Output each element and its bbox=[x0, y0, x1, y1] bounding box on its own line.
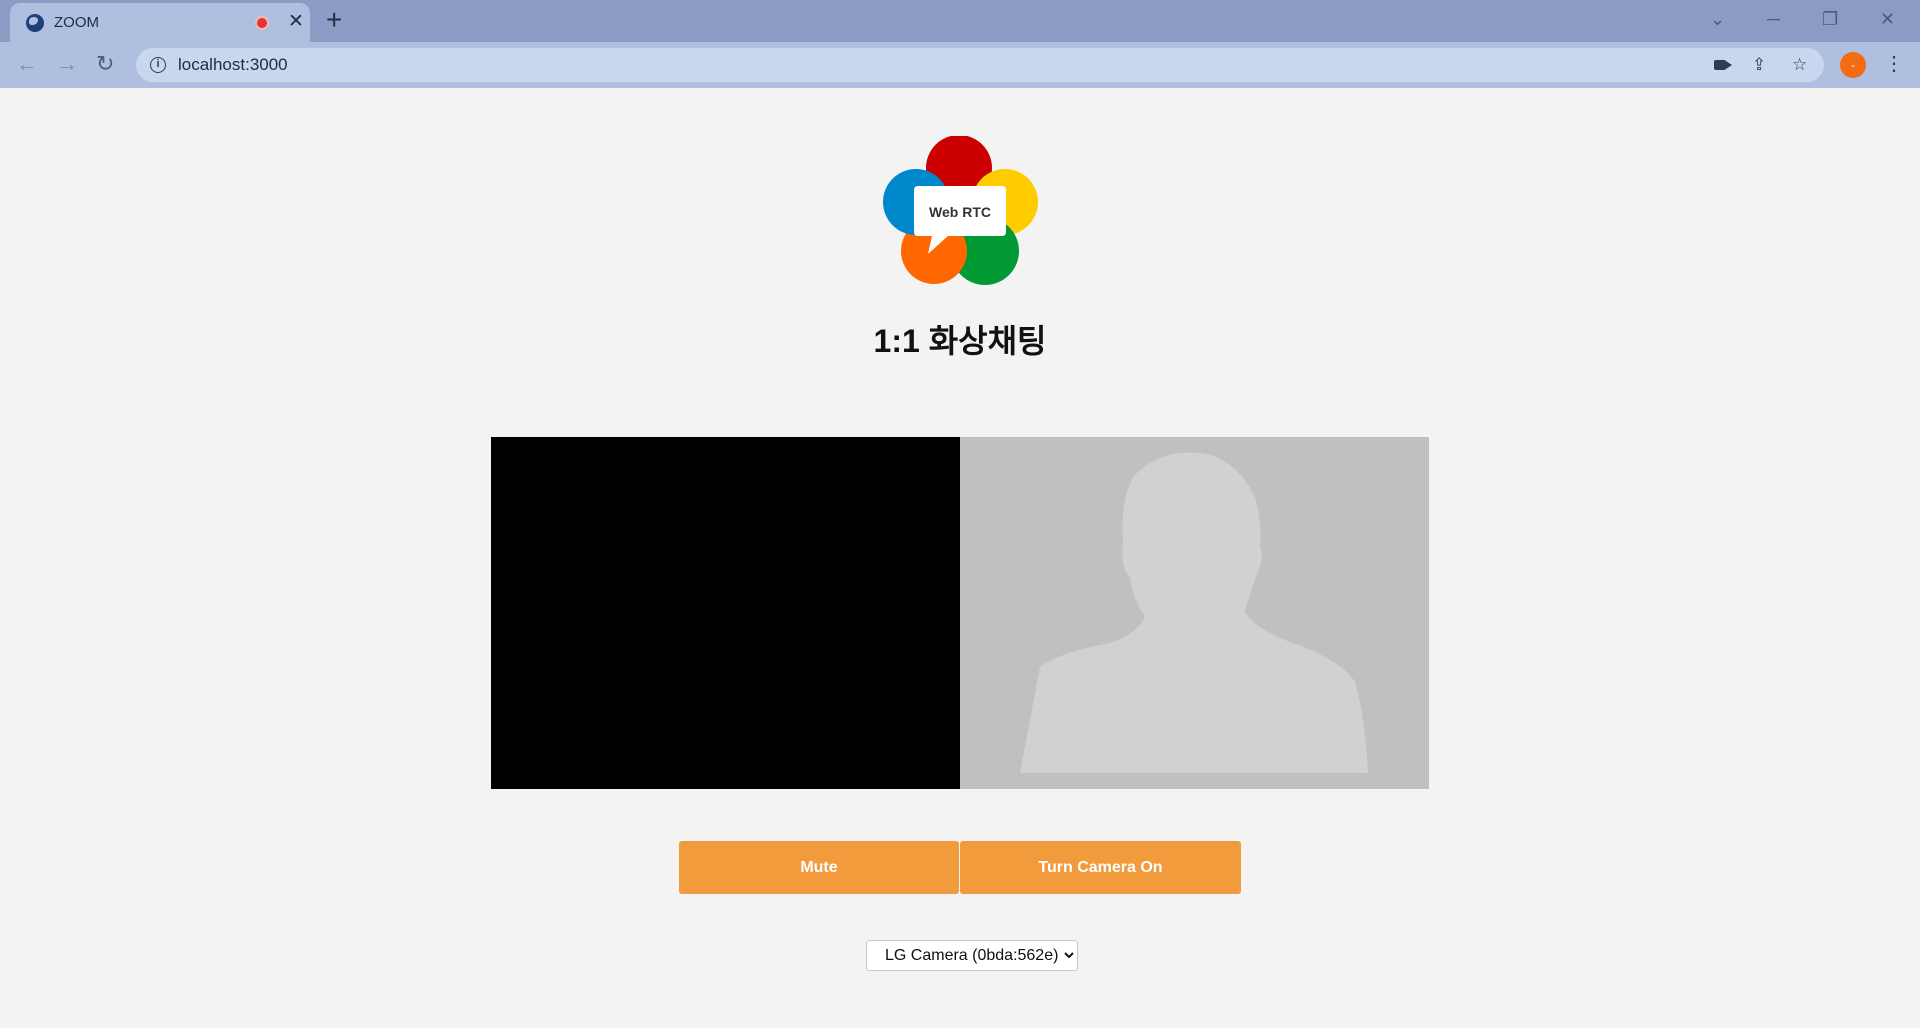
close-window-icon[interactable]: ✕ bbox=[1880, 6, 1895, 32]
remote-video bbox=[960, 437, 1429, 789]
recording-icon bbox=[255, 16, 269, 30]
more-menu-icon[interactable]: ⋮ bbox=[1884, 51, 1904, 77]
reload-icon[interactable]: ↻ bbox=[96, 52, 114, 76]
browser-tab[interactable]: ZOOM ✕ bbox=[10, 3, 310, 42]
address-bar[interactable]: i localhost:3000 ⇪ ☆ bbox=[136, 48, 1824, 82]
camera-select[interactable]: LG Camera (0bda:562e) bbox=[866, 940, 1078, 971]
url-text: localhost:3000 bbox=[178, 55, 288, 74]
page-title: 1:1 화상채팅 bbox=[873, 323, 1047, 359]
webrtc-logo: Web RTC bbox=[883, 136, 1038, 285]
minimize-icon[interactable]: ─ bbox=[1767, 6, 1780, 32]
back-icon[interactable]: ← bbox=[16, 52, 38, 76]
camera-toggle-button[interactable]: Turn Camera On bbox=[960, 841, 1241, 894]
site-info-icon[interactable]: i bbox=[150, 57, 166, 73]
camera-in-use-icon[interactable] bbox=[1714, 60, 1726, 70]
profile-avatar[interactable]: - bbox=[1840, 52, 1866, 78]
restore-icon[interactable]: ❐ bbox=[1822, 6, 1838, 32]
tab-title: ZOOM bbox=[54, 14, 99, 31]
person-silhouette-icon bbox=[1020, 452, 1368, 773]
new-tab-icon[interactable]: + bbox=[326, 6, 342, 34]
logo-text: Web RTC bbox=[929, 204, 991, 220]
tab-search-icon[interactable]: ⌄ bbox=[1710, 6, 1725, 32]
mute-button[interactable]: Mute bbox=[679, 841, 959, 894]
close-tab-icon[interactable]: ✕ bbox=[288, 12, 304, 32]
forward-icon[interactable]: → bbox=[56, 52, 78, 76]
globe-icon bbox=[26, 14, 44, 32]
bookmark-star-icon[interactable]: ☆ bbox=[1792, 54, 1807, 76]
browser-toolbar: ← → ↻ i localhost:3000 ⇪ ☆ - ⋮ bbox=[0, 42, 1920, 88]
tab-strip: ZOOM ✕ + ⌄ ─ ❐ ✕ bbox=[0, 0, 1920, 42]
local-video bbox=[491, 437, 960, 789]
share-icon[interactable]: ⇪ bbox=[1752, 54, 1766, 76]
video-area bbox=[491, 437, 1429, 789]
